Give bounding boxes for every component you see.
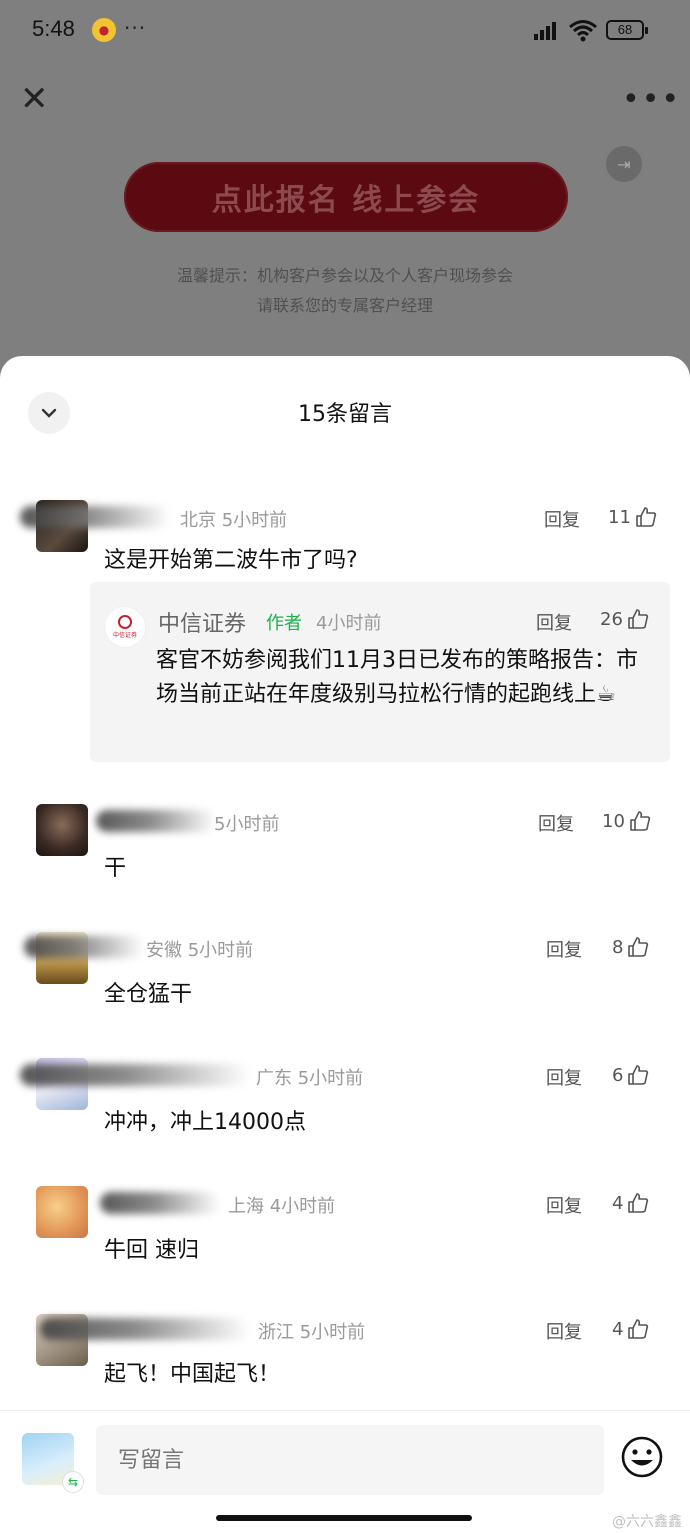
switch-account-icon[interactable]: ⇆ [62, 1471, 84, 1493]
more-options-icon[interactable]: ••• [622, 82, 681, 117]
thumbs-up-icon [628, 1319, 649, 1339]
thumbs-up-icon [628, 1193, 649, 1213]
reply-time: 4小时前 [316, 613, 382, 634]
like-button[interactable]: 8 [612, 936, 649, 958]
like-button[interactable]: 6 [612, 1064, 649, 1086]
emoji-icon[interactable] [620, 1435, 664, 1479]
more-notifications-icon: ··· [124, 16, 147, 40]
comment-text: 全仓猛干 [104, 982, 193, 1007]
comment-meta: 安徽 5小时前 [146, 940, 254, 961]
like-count: 4 [612, 1192, 624, 1214]
like-count: 8 [612, 936, 624, 958]
blurred-username [24, 936, 144, 958]
author-badge: 作者 [266, 613, 302, 634]
blurred-username [20, 506, 170, 528]
signal-icon [534, 20, 556, 40]
blurred-username [20, 1064, 250, 1086]
like-button[interactable]: 26 [600, 608, 649, 630]
blurred-username [40, 1318, 250, 1340]
author-name: 中信证券 [158, 612, 247, 637]
watermark: @六六鑫鑫 [612, 1514, 682, 1530]
reply-button[interactable]: 回复 [544, 506, 580, 532]
author-reply: 中信证券 中信证券 作者 4小时前 回复 26 客官不妨参阅我们11月3日已发布… [90, 582, 670, 762]
close-icon[interactable]: ✕ [20, 82, 50, 116]
thumbs-up-icon [628, 1065, 649, 1085]
comment-text: 冲冲，冲上14000点 [104, 1110, 306, 1135]
weibo-notification-icon: ● [92, 18, 116, 42]
battery-icon: 68 [606, 20, 648, 40]
reply-text: 客官不妨参阅我们11月3日已发布的策略报告：市场当前正站在年度级别马拉松行情的起… [156, 648, 638, 707]
reply-button[interactable]: 回复 [538, 810, 574, 836]
citic-logo-icon: 中信证券 [104, 606, 146, 648]
reply-button[interactable]: 回复 [536, 609, 572, 635]
like-count: 11 [608, 506, 631, 528]
comment-text: 这是开始第二波牛市了吗? [104, 548, 358, 573]
comment-meta: 上海 4小时前 [228, 1196, 336, 1217]
like-count: 4 [612, 1318, 624, 1340]
wifi-icon [569, 20, 597, 42]
blurred-username [100, 1192, 220, 1214]
comment-composer-bar: ⇆ @六六鑫鑫 [0, 1410, 690, 1533]
reply-button[interactable]: 回复 [546, 1318, 582, 1344]
comments-sheet: 15条留言 北京 5小时前 回复 11 这是开始第二波牛市了吗? 中信证券 中信… [0, 356, 690, 1533]
like-count: 6 [612, 1064, 624, 1086]
comment-meta: 5小时前 [214, 814, 280, 835]
sheet-title: 15条留言 [298, 402, 392, 427]
comment-meta: 浙江 5小时前 [258, 1322, 366, 1343]
comment-meta: 北京 5小时前 [180, 510, 288, 531]
thumbs-up-icon [628, 937, 649, 957]
like-count: 10 [602, 810, 625, 832]
tip-text: 温馨提示：机构客户参会以及个人客户现场参会 [176, 266, 513, 285]
comment-input[interactable] [96, 1425, 604, 1495]
avatar[interactable] [36, 804, 88, 856]
comment-text: 起飞！中国起飞！ [104, 1362, 281, 1387]
reply-button[interactable]: 回复 [546, 936, 582, 962]
comment-text: 干 [104, 856, 127, 881]
status-time: 5:48 [32, 16, 75, 41]
reply-button[interactable]: 回复 [546, 1192, 582, 1218]
avatar[interactable] [36, 1186, 88, 1238]
blurred-username [96, 810, 216, 832]
tip-text-2: 请联系您的专属客户经理 [256, 296, 433, 315]
home-indicator[interactable] [216, 1515, 472, 1521]
like-count: 26 [600, 608, 623, 630]
like-button[interactable]: 4 [612, 1318, 649, 1340]
exit-icon[interactable]: ⇥ [606, 146, 642, 182]
thumbs-up-icon [636, 507, 657, 527]
comment-text: 牛回 速归 [104, 1238, 199, 1263]
like-button[interactable]: 10 [602, 810, 651, 832]
reply-button[interactable]: 回复 [546, 1064, 582, 1090]
thumbs-up-icon [628, 609, 649, 629]
sheet-header: 15条留言 [0, 356, 690, 466]
like-button[interactable]: 11 [608, 506, 657, 528]
register-button[interactable]: 点此报名 线上参会 [124, 162, 568, 232]
status-bar: 5:48 ● ··· 68 [0, 0, 690, 62]
comment-meta: 广东 5小时前 [256, 1068, 364, 1089]
thumbs-up-icon [630, 811, 651, 831]
like-button[interactable]: 4 [612, 1192, 649, 1214]
